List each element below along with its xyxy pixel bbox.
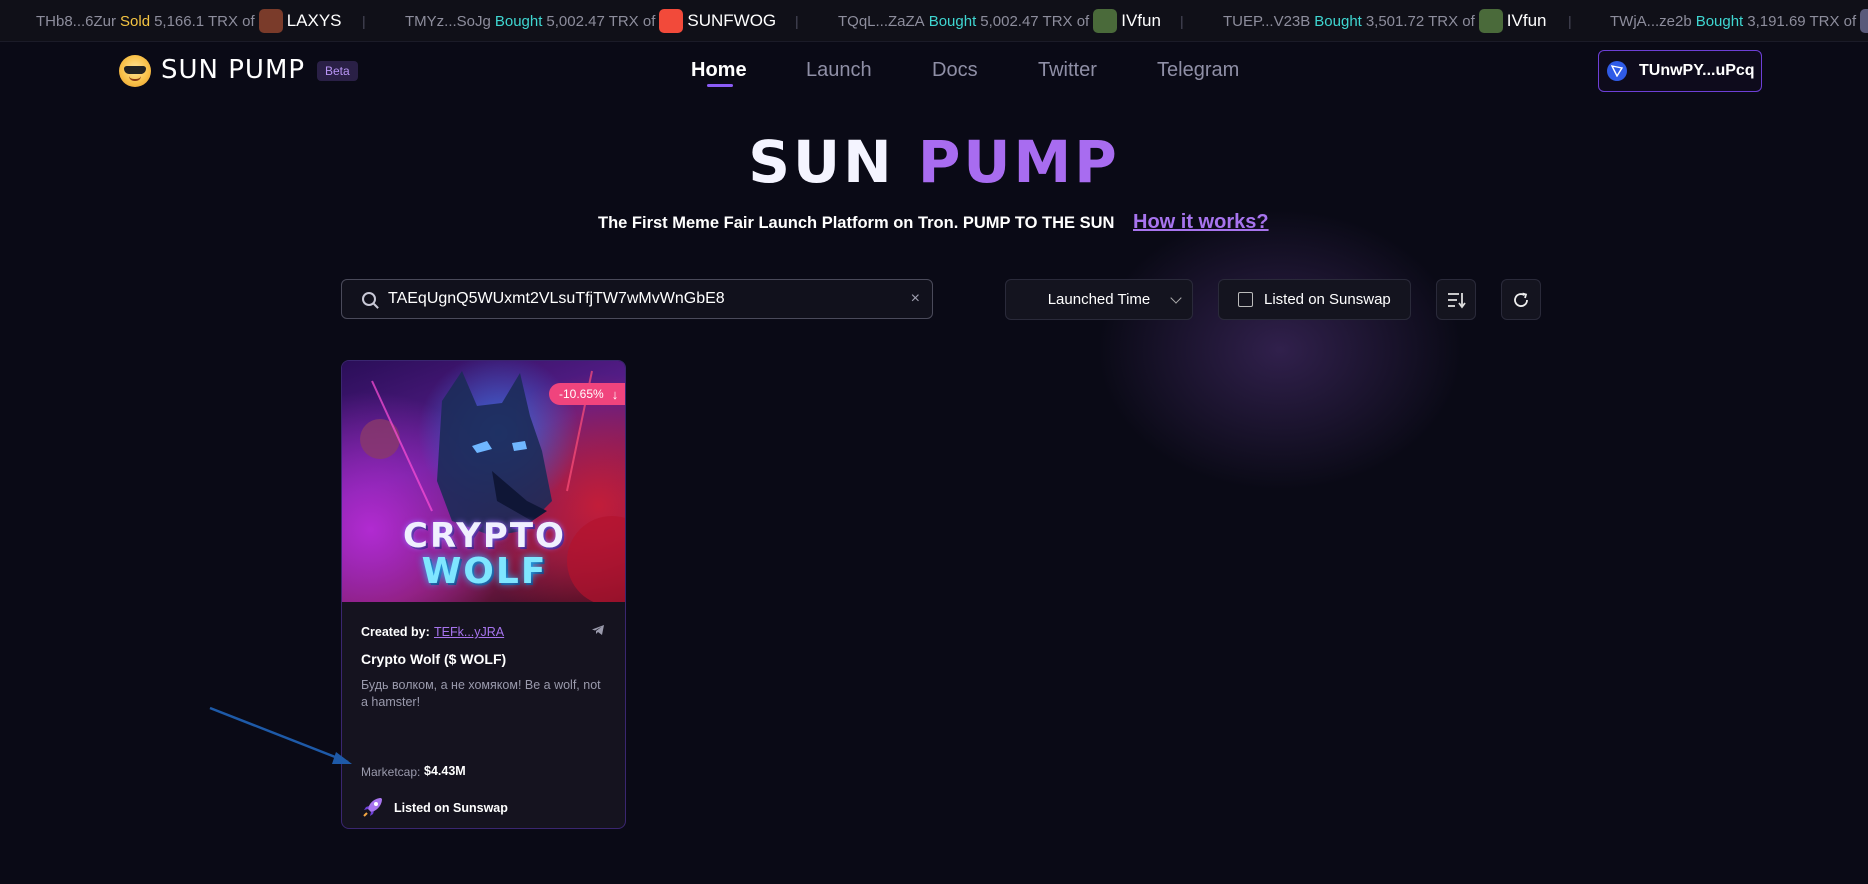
token-logo-icon xyxy=(1093,9,1118,33)
listed-checkbox[interactable] xyxy=(1238,292,1253,307)
token-name: Crypto Wolf ($ WOLF) xyxy=(361,651,507,667)
token-image[interactable]: CRYPTO WOLF -10.65% ↓ xyxy=(342,361,625,602)
active-nav-indicator xyxy=(707,84,733,87)
ticker-item[interactable]: TQqL...ZaZA Bought 5,002.47 TRX of IVfun xyxy=(838,0,1161,41)
ticker-action: Bought xyxy=(928,12,977,30)
ticker-address: THb8...6Zur xyxy=(36,12,117,30)
token-logo-icon xyxy=(659,9,684,33)
logo-text[interactable]: SUN PUMP xyxy=(161,55,305,85)
search-icon xyxy=(362,292,376,306)
ticker-item[interactable]: THb8...6Zur Sold 5,166.1 TRX of LAXYS xyxy=(36,0,342,41)
ticker-item[interactable]: TWjA...ze2b Bought 3,191.69 TRX of xyxy=(1610,0,1868,41)
ticker-divider: | xyxy=(795,13,799,29)
refresh-icon xyxy=(1514,292,1528,307)
hero-title-sun: SUN xyxy=(748,128,895,196)
sort-order-button[interactable] xyxy=(1436,279,1476,320)
ticker-address: TQqL...ZaZA xyxy=(838,12,925,30)
ticker-item[interactable]: TMYz...SoJg Bought 5,002.47 TRX of SUNFW… xyxy=(405,0,777,41)
created-by-label: Created by: xyxy=(361,625,430,639)
ticker-action: Bought xyxy=(1314,12,1362,30)
ticker-token: IVfun xyxy=(1506,11,1547,30)
ticker-item[interactable]: TUEP...V23B Bought 3,501.72 TRX of IVfun xyxy=(1223,0,1547,41)
search-input[interactable] xyxy=(388,290,911,308)
hero-title-pump: PUMP xyxy=(917,128,1120,196)
sort-select-value: Launched Time xyxy=(1047,291,1151,308)
ticker-token: SUNFWOG xyxy=(687,11,777,30)
chevron-down-icon xyxy=(1170,292,1182,304)
wallet-button[interactable]: TUnwPY...uPcq xyxy=(1598,50,1762,92)
marketcap-value: $4.43M xyxy=(424,764,466,778)
ticker-amount: 5,166.1 TRX of xyxy=(154,12,255,30)
ticker-address: TMYz...SoJg xyxy=(405,12,491,30)
creator-address-link[interactable]: TEFk...yJRA xyxy=(434,625,504,639)
hero-tagline: The First Meme Fair Launch Platform on T… xyxy=(598,214,1115,232)
token-image-subtitle: WOLF xyxy=(421,551,548,592)
refresh-button[interactable] xyxy=(1501,279,1541,320)
marketcap-label: Marketcap: xyxy=(361,765,421,779)
ticker-action: Bought xyxy=(494,12,543,30)
how-it-works-link[interactable]: How it works? xyxy=(1133,211,1269,234)
ticker-divider: | xyxy=(362,13,366,29)
trade-ticker: THb8...6Zur Sold 5,166.1 TRX of LAXYS | … xyxy=(0,0,1868,42)
ticker-amount: 5,002.47 TRX of xyxy=(980,12,1090,30)
ticker-address: TWjA...ze2b xyxy=(1610,12,1692,30)
rocket-icon xyxy=(363,798,382,817)
token-logo-icon xyxy=(1860,9,1868,33)
tron-wallet-icon xyxy=(1607,61,1627,81)
beta-badge: Beta xyxy=(317,61,358,81)
annotation-arrow-icon xyxy=(209,706,352,764)
nav-launch[interactable]: Launch xyxy=(806,59,872,82)
telegram-icon[interactable] xyxy=(591,624,605,636)
price-change-badge: -10.65% ↓ xyxy=(549,383,625,405)
ticker-divider: | xyxy=(1180,13,1184,29)
hero-title: SUN PUMP xyxy=(0,128,1868,196)
token-logo-icon xyxy=(258,9,283,33)
nav-docs[interactable]: Docs xyxy=(932,59,978,82)
ticker-action: Bought xyxy=(1695,12,1744,30)
nav-home[interactable]: Home xyxy=(691,59,747,82)
listed-on-sunswap-label: Listed on Sunswap xyxy=(394,801,508,815)
ticker-divider: | xyxy=(1568,13,1572,29)
token-logo-icon xyxy=(1478,9,1503,33)
nav-telegram[interactable]: Telegram xyxy=(1157,59,1239,82)
ticker-token: IVfun xyxy=(1121,11,1161,30)
clear-search-icon[interactable]: × xyxy=(911,290,920,308)
token-image-title: CRYPTO xyxy=(403,516,566,556)
ticker-token: LAXYS xyxy=(286,11,342,30)
sort-select[interactable]: Launched Time xyxy=(1005,279,1193,320)
ticker-action: Sold xyxy=(120,12,151,30)
token-description: Будь волком, а не хомяком! Be a wolf, no… xyxy=(361,678,601,709)
listed-filter-label: Listed on Sunswap xyxy=(1264,291,1391,308)
ticker-amount: 5,002.47 TRX of xyxy=(546,12,656,30)
ticker-amount: 3,501.72 TRX of xyxy=(1365,12,1475,30)
ticker-amount: 3,191.69 TRX of xyxy=(1747,12,1857,30)
sun-logo-icon[interactable] xyxy=(119,55,151,87)
arrow-down-icon: ↓ xyxy=(611,386,619,402)
sort-list-icon xyxy=(1448,292,1466,308)
search-box[interactable]: × xyxy=(341,279,933,319)
wallet-address: TUnwPY...uPcq xyxy=(1639,62,1755,79)
listed-on-sunswap-filter[interactable]: Listed on Sunswap xyxy=(1218,279,1411,320)
price-change-value: -10.65% xyxy=(559,387,604,401)
nav-twitter[interactable]: Twitter xyxy=(1038,59,1097,82)
ticker-address: TUEP...V23B xyxy=(1223,12,1311,30)
token-card[interactable]: CRYPTO WOLF -10.65% ↓ Created by: TEFk..… xyxy=(341,360,626,829)
